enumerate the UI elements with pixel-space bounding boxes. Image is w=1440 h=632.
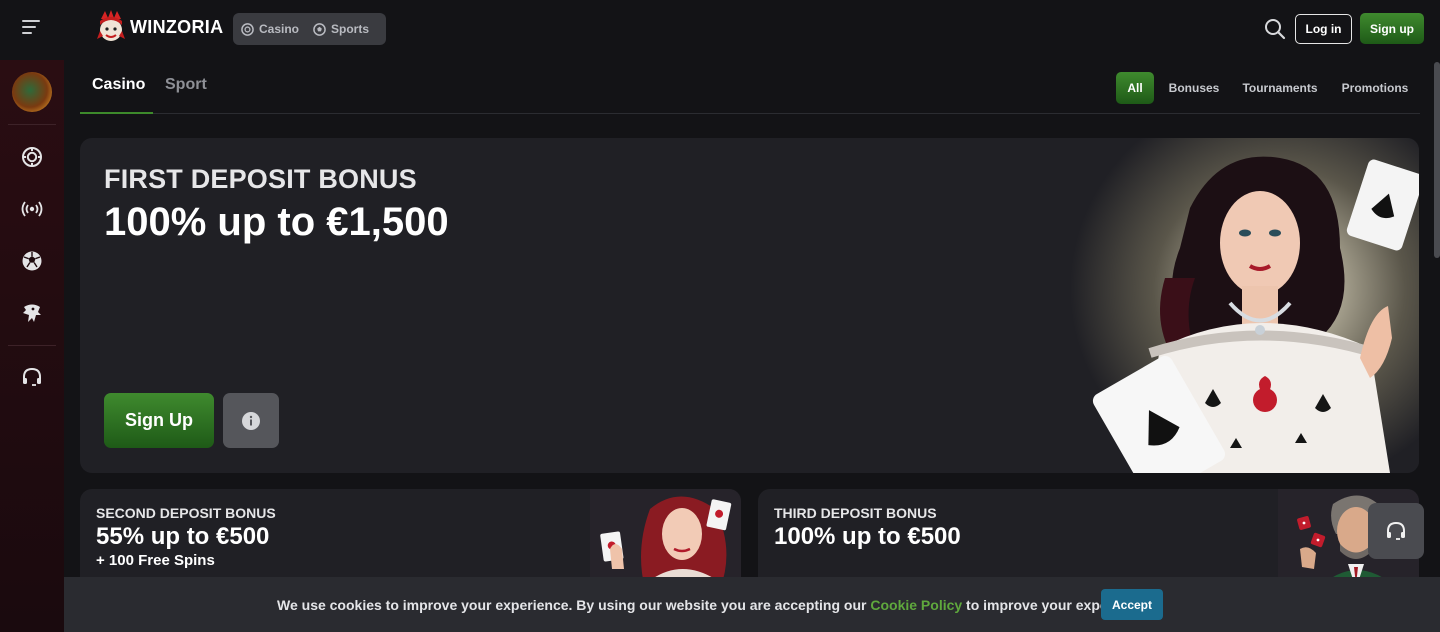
- tab-sport[interactable]: Sport: [165, 76, 207, 94]
- menu-icon[interactable]: [22, 20, 40, 36]
- filter-bonuses[interactable]: Bonuses: [1164, 72, 1224, 104]
- sidebar-divider: [8, 124, 56, 125]
- second-deposit-bonus-card[interactable]: SECOND DEPOSIT BONUS 55% up to €500 + 10…: [80, 489, 741, 589]
- switch-casino[interactable]: Casino: [241, 22, 299, 36]
- section-tabs: Casino Sport All Bonuses Tournaments Pro…: [80, 64, 1420, 114]
- first-deposit-bonus-banner: FIRST DEPOSIT BONUS 100% up to €1,500 Si…: [80, 138, 1419, 473]
- signup-button[interactable]: Sign up: [1360, 13, 1424, 44]
- switch-casino-label: Casino: [259, 22, 300, 36]
- switch-sports[interactable]: Sports: [313, 22, 369, 36]
- cookie-policy-link[interactable]: Cookie Policy: [870, 597, 962, 613]
- accept-cookies-button[interactable]: Accept: [1101, 589, 1163, 620]
- filter-all[interactable]: All: [1116, 72, 1154, 104]
- card-extra: + 100 Free Spins: [96, 552, 215, 569]
- support-headset-icon[interactable]: [20, 365, 44, 389]
- soccer-ball-icon[interactable]: [20, 249, 44, 273]
- hero-amount: 100% up to €1,500: [104, 200, 449, 244]
- brand-logo[interactable]: WINZORIA: [95, 9, 223, 45]
- promo-wheel-icon[interactable]: [12, 72, 52, 112]
- brand-name: WINZORIA: [130, 16, 224, 37]
- card-amount: 55% up to €500: [96, 523, 270, 550]
- casino-chip-icon[interactable]: [20, 145, 44, 169]
- sidebar: [0, 60, 64, 632]
- switch-sports-label: Sports: [331, 22, 370, 36]
- page-scrollbar[interactable]: [1434, 62, 1440, 258]
- active-tab-indicator: [80, 112, 153, 114]
- esports-icon[interactable]: [20, 301, 44, 325]
- search-icon[interactable]: [1264, 18, 1286, 40]
- filter-tournaments[interactable]: Tournaments: [1238, 72, 1322, 104]
- cookie-banner: We use cookies to improve your experienc…: [64, 577, 1440, 632]
- live-broadcast-icon[interactable]: [20, 197, 44, 221]
- support-headset-icon: [1387, 521, 1405, 540]
- cookie-text-before: We use cookies to improve your experienc…: [277, 597, 871, 613]
- top-bar: WINZORIA Casino Sports Log in Sign up: [0, 0, 1440, 58]
- info-icon[interactable]: [223, 393, 279, 448]
- queen-illustration: [1070, 138, 1419, 473]
- joker-logo-icon: [95, 9, 127, 45]
- support-chat-button[interactable]: [1368, 503, 1424, 559]
- third-deposit-bonus-card[interactable]: THIRD DEPOSIT BONUS 100% up to €500: [758, 489, 1419, 589]
- filter-promotions[interactable]: Promotions: [1338, 72, 1412, 104]
- hero-title: FIRST DEPOSIT BONUS: [104, 164, 417, 194]
- sidebar-divider: [8, 345, 56, 346]
- cookie-message: We use cookies to improve your experienc…: [277, 597, 1149, 613]
- casino-chip-icon: [241, 22, 254, 36]
- product-switcher: Casino Sports: [233, 13, 386, 45]
- redhead-illustration: [590, 489, 741, 589]
- card-amount: 100% up to €500: [774, 523, 961, 550]
- card-title: THIRD DEPOSIT BONUS: [774, 505, 937, 521]
- login-button[interactable]: Log in: [1295, 14, 1352, 44]
- soccer-ball-icon: [313, 22, 326, 36]
- hero-signup-button[interactable]: Sign Up: [104, 393, 214, 448]
- card-title: SECOND DEPOSIT BONUS: [96, 505, 276, 521]
- tab-casino[interactable]: Casino: [92, 76, 145, 94]
